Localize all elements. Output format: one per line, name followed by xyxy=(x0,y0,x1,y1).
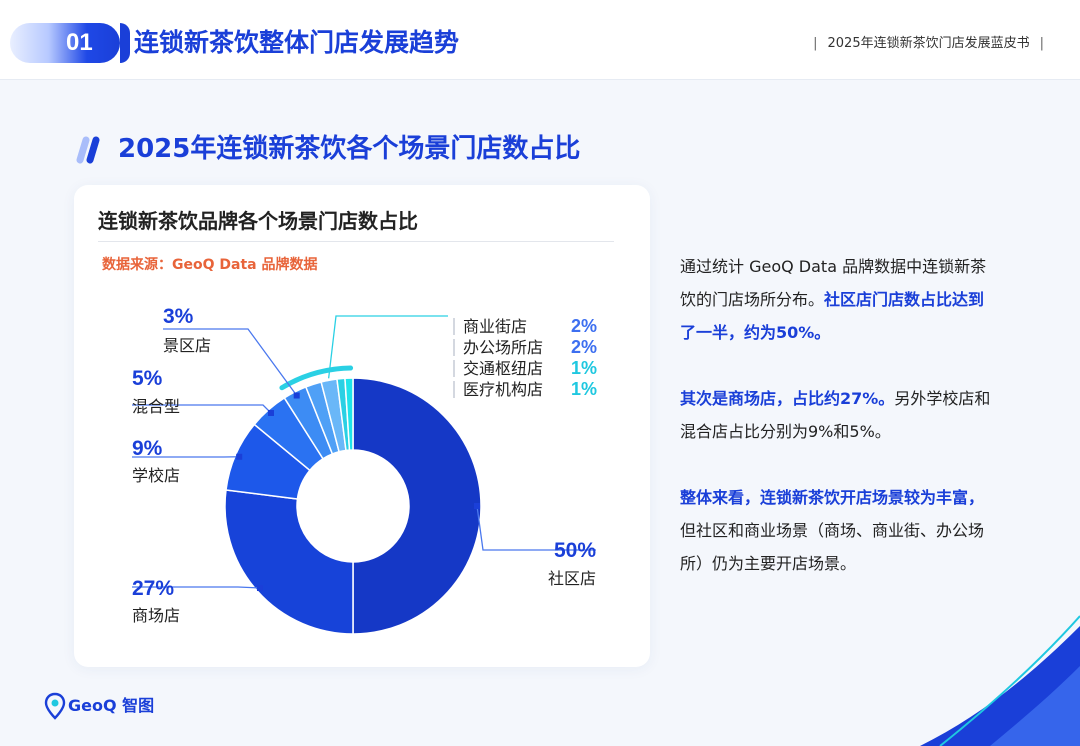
callout-dot xyxy=(267,409,274,416)
category-label: 办公场所店 xyxy=(463,338,543,357)
description-highlight: 其次是商场店，占比约27%。 xyxy=(680,389,895,408)
data-label: 2% xyxy=(571,316,597,336)
category-label: 混合型 xyxy=(132,397,180,416)
data-label: 1% xyxy=(571,358,597,378)
logo-text: GeoQ 智图 xyxy=(68,696,155,715)
category-label: 社区店 xyxy=(548,569,596,588)
data-label: 3% xyxy=(163,305,194,328)
category-label: 医疗机构店 xyxy=(463,380,543,399)
category-label: 商场店 xyxy=(132,606,180,625)
geoq-logo-icon xyxy=(44,692,66,720)
data-label: 5% xyxy=(132,367,163,390)
description-paragraph: 其次是商场店，占比约27%。另外学校店和混合店占比分别为9%和5%。 xyxy=(680,382,1000,448)
description-highlight: 整体来看，连锁新茶饮开店场景较为丰富， xyxy=(680,488,985,507)
data-label: 27% xyxy=(132,577,174,600)
corner-decoration xyxy=(920,615,1080,746)
category-label: 学校店 xyxy=(132,466,180,485)
category-label: 商业街店 xyxy=(463,317,527,336)
description-paragraph: 通过统计 GeoQ Data 品牌数据中连锁新茶饮的门店场所分布。社区店门店数占… xyxy=(680,250,1000,349)
category-label: 景区店 xyxy=(163,336,211,355)
data-label: 9% xyxy=(132,437,163,460)
callout-dot xyxy=(474,503,480,509)
data-label: 1% xyxy=(571,379,597,399)
callout-dot xyxy=(256,585,263,592)
description-paragraph: 整体来看，连锁新茶饮开店场景较为丰富， 但社区和商业场景（商场、商业街、办公场所）… xyxy=(680,481,1000,580)
category-label: 交通枢纽店 xyxy=(463,359,543,378)
description-text: 但社区和商业场景（商场、商业街、办公场所）仍为主要开店场景。 xyxy=(680,521,985,573)
data-label: 2% xyxy=(571,337,597,357)
pie-slice xyxy=(224,489,354,635)
data-label: 50% xyxy=(554,539,596,562)
callout-dot xyxy=(236,453,243,460)
pie-slice xyxy=(352,377,482,635)
description: 通过统计 GeoQ Data 品牌数据中连锁新茶饮的门店场所分布。社区店门店数占… xyxy=(680,250,1000,613)
callout-dot xyxy=(293,392,300,399)
